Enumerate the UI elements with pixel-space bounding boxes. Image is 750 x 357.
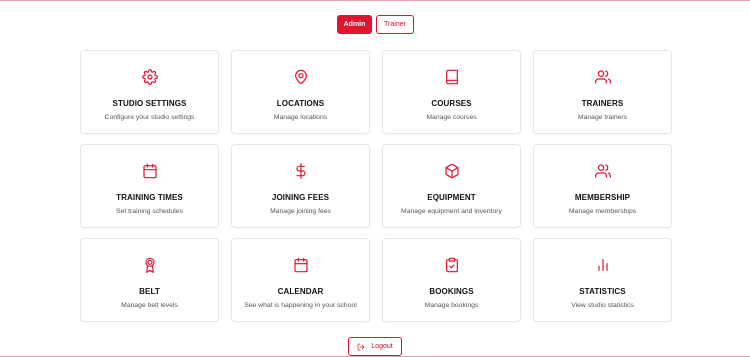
card-training-times[interactable]: TRAINING TIMES Set training schedules (80, 144, 219, 228)
card-joining-fees[interactable]: JOINING FEES Manage joining fees (231, 144, 370, 228)
card-description: Manage trainers (577, 114, 628, 121)
card-title: EQUIPMENT (427, 193, 476, 202)
clipboard-check-icon (444, 257, 460, 273)
card-description: Manage memberships (568, 208, 637, 215)
card-description: Manage belt levels (121, 302, 178, 309)
card-description: Set training schedules (116, 208, 183, 215)
card-title: TRAINERS (581, 99, 624, 108)
card-description: Configure your studio settings (104, 114, 195, 121)
settings-grid: STUDIO SETTINGS Configure your studio se… (80, 50, 672, 322)
card-description: Manage locations (273, 114, 328, 121)
card-title: TRAINING TIMES (116, 193, 183, 202)
card-description: View studio statistics (571, 302, 634, 309)
users-icon (594, 163, 611, 179)
card-description: Manage joining fees (270, 208, 331, 215)
card-equipment[interactable]: EQUIPMENT Manage equipment and inventory (382, 144, 521, 228)
card-statistics[interactable]: STATISTICS View studio statistics (533, 238, 672, 322)
card-title: JOINING FEES (271, 193, 330, 202)
card-description: Manage courses (426, 114, 477, 121)
logout-icon (357, 343, 365, 351)
card-courses[interactable]: COURSES Manage courses (382, 50, 521, 134)
card-title: LOCATIONS (276, 99, 325, 108)
role-switch: Admin Trainer (337, 15, 414, 34)
card-membership[interactable]: MEMBERSHIP Manage memberships (533, 144, 672, 228)
card-belt[interactable]: BELT Manage belt levels (80, 238, 219, 322)
gear-icon (141, 69, 158, 85)
trainer-role-button[interactable]: Trainer (376, 15, 414, 34)
card-title: MEMBERSHIP (574, 193, 631, 202)
calendar-icon (293, 257, 309, 273)
card-title: CALENDAR (277, 287, 324, 296)
top-divider (0, 0, 750, 1)
logout-label: Logout (371, 343, 393, 350)
award-icon (142, 257, 158, 273)
map-pin-icon (293, 69, 309, 85)
admin-role-button[interactable]: Admin (337, 15, 372, 34)
box-icon (444, 163, 460, 179)
dollar-icon (293, 163, 309, 179)
card-trainers[interactable]: TRAINERS Manage trainers (533, 50, 672, 134)
card-studio-settings[interactable]: STUDIO SETTINGS Configure your studio se… (80, 50, 219, 134)
calendar-icon (142, 163, 158, 179)
card-description: Manage bookings (424, 302, 479, 309)
users-icon (594, 69, 611, 85)
card-title: BELT (139, 287, 160, 296)
card-bookings[interactable]: BOOKINGS Manage bookings (382, 238, 521, 322)
card-title: STUDIO SETTINGS (112, 99, 187, 108)
card-locations[interactable]: LOCATIONS Manage locations (231, 50, 370, 134)
card-title: BOOKINGS (429, 287, 474, 296)
card-description: Manage equipment and inventory (401, 208, 502, 215)
card-description: See what is happening in your school (244, 302, 357, 309)
card-calendar[interactable]: CALENDAR See what is happening in your s… (231, 238, 370, 322)
card-title: COURSES (431, 99, 472, 108)
book-icon (444, 69, 460, 85)
card-title: STATISTICS (579, 287, 626, 296)
logout-button[interactable]: Logout (348, 337, 402, 356)
bar-chart-icon (595, 257, 611, 273)
